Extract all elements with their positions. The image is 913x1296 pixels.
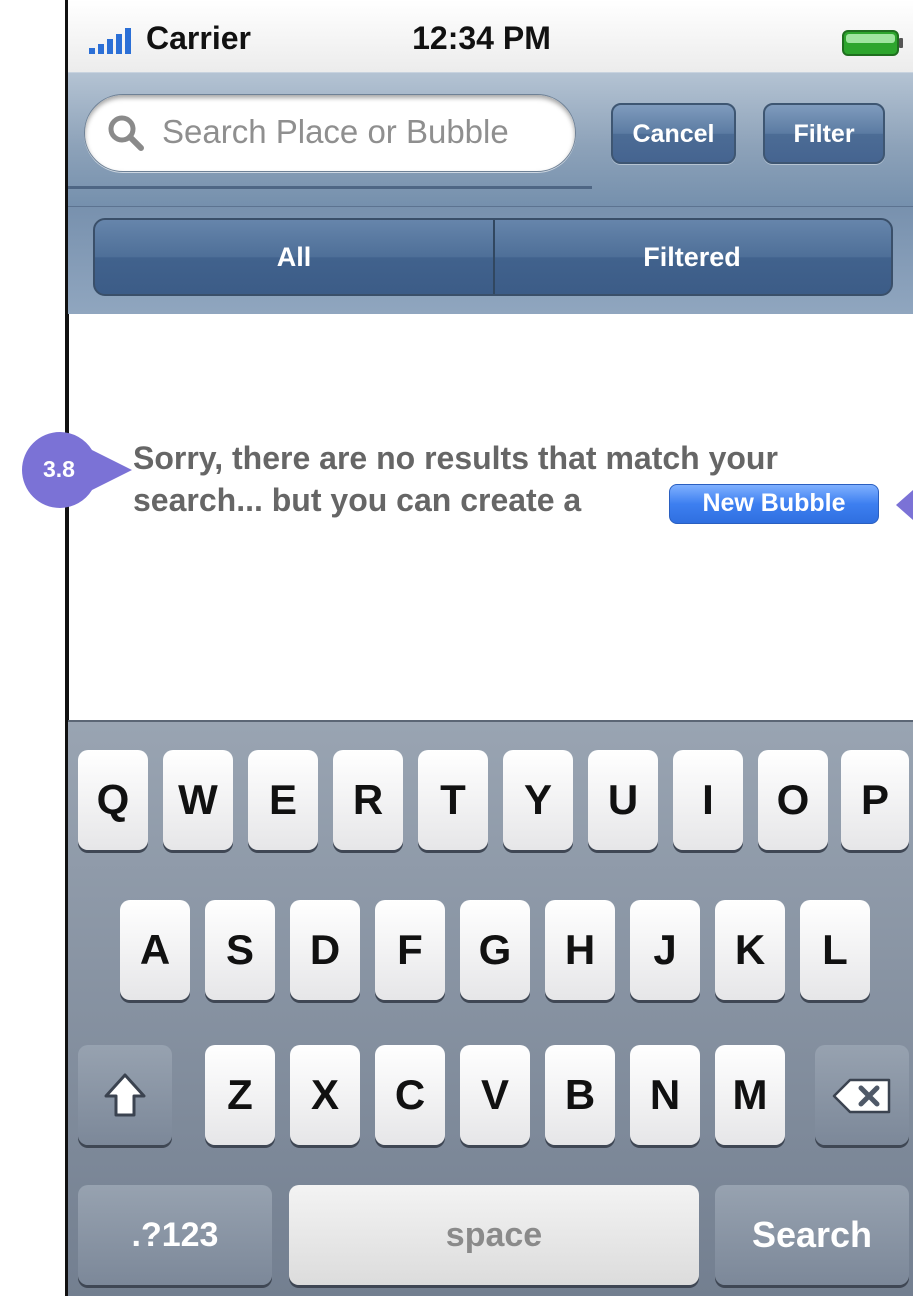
search-icon [108, 115, 144, 151]
key-s[interactable]: S [205, 900, 275, 1000]
key-d[interactable]: D [290, 900, 360, 1000]
key-i[interactable]: I [673, 750, 743, 850]
search-bar-divider [68, 186, 592, 189]
key-a[interactable]: A [120, 900, 190, 1000]
space-key[interactable]: space [289, 1185, 699, 1285]
key-e[interactable]: E [248, 750, 318, 850]
backspace-icon [832, 1078, 891, 1114]
key-g[interactable]: G [460, 900, 530, 1000]
cancel-button[interactable]: Cancel [611, 103, 736, 164]
no-results-message-line2: search... but you can create a [133, 482, 582, 518]
key-k[interactable]: K [715, 900, 785, 1000]
battery-icon [842, 30, 903, 56]
key-c[interactable]: C [375, 1045, 445, 1145]
backspace-key[interactable] [815, 1045, 909, 1145]
key-y[interactable]: Y [503, 750, 573, 850]
filter-button[interactable]: Filter [763, 103, 885, 164]
segment-all[interactable]: All [95, 220, 493, 294]
shift-icon [104, 1073, 146, 1117]
search-placeholder: Search Place or Bubble [162, 113, 509, 150]
numbers-key[interactable]: .?123 [78, 1185, 272, 1285]
key-j[interactable]: J [630, 900, 700, 1000]
key-l[interactable]: L [800, 900, 870, 1000]
key-h[interactable]: H [545, 900, 615, 1000]
search-key[interactable]: Search [715, 1185, 909, 1285]
no-results-message-line1: Sorry, there are no results that match y… [133, 440, 778, 476]
new-bubble-button[interactable]: New Bubble [669, 484, 879, 524]
key-u[interactable]: U [588, 750, 658, 850]
segment-divider [493, 220, 495, 294]
key-x[interactable]: X [290, 1045, 360, 1145]
key-w[interactable]: W [163, 750, 233, 850]
key-o[interactable]: O [758, 750, 828, 850]
clock: 12:34 PM [412, 20, 551, 56]
key-f[interactable]: F [375, 900, 445, 1000]
key-t[interactable]: T [418, 750, 488, 850]
key-v[interactable]: V [460, 1045, 530, 1145]
segment-filtered[interactable]: Filtered [493, 220, 891, 294]
shift-key[interactable] [78, 1045, 172, 1145]
key-p[interactable]: P [841, 750, 909, 850]
annotation-number: 3.8 [43, 456, 75, 482]
key-n[interactable]: N [630, 1045, 700, 1145]
key-r[interactable]: R [333, 750, 403, 850]
key-b[interactable]: B [545, 1045, 615, 1145]
key-z[interactable]: Z [205, 1045, 275, 1145]
annotation-pointer-icon [896, 490, 913, 520]
key-m[interactable]: M [715, 1045, 785, 1145]
key-q[interactable]: Q [78, 750, 148, 850]
